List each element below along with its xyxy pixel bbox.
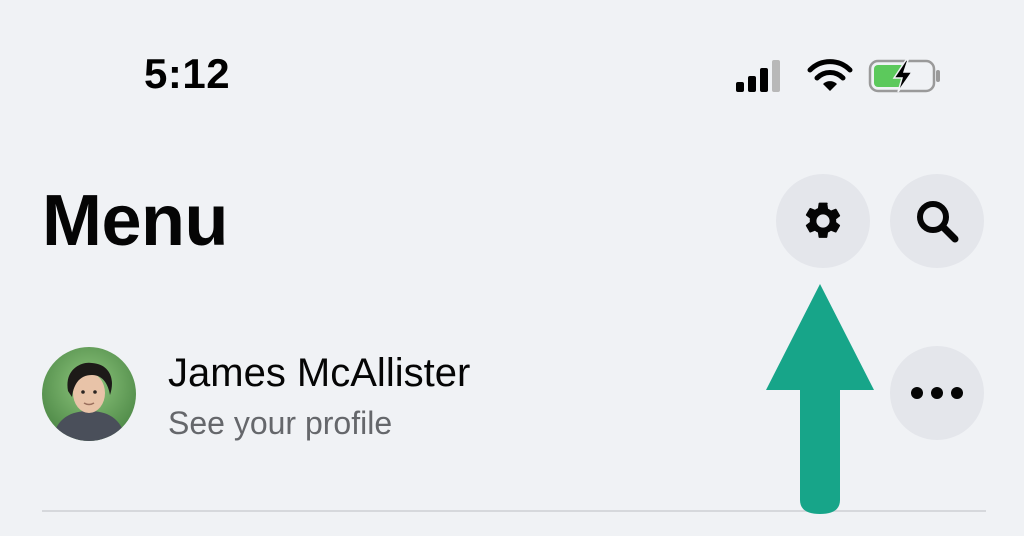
battery-charging-icon: [868, 59, 940, 93]
settings-button[interactable]: [776, 174, 870, 268]
cellular-signal-icon: [736, 60, 780, 92]
profile-name[interactable]: James McAllister: [168, 351, 470, 396]
profile-more-button[interactable]: [890, 346, 984, 440]
annotation-arrow-up: [766, 284, 874, 514]
search-button[interactable]: [890, 174, 984, 268]
avatar[interactable]: [42, 347, 136, 441]
wifi-icon: [807, 59, 853, 91]
more-horizontal-icon: [911, 387, 963, 399]
profile-subtitle[interactable]: See your profile: [168, 405, 392, 442]
search-icon: [917, 201, 959, 243]
page-title: Menu: [42, 181, 228, 261]
status-bar: 5:12: [0, 0, 1024, 150]
status-time: 5:12: [144, 50, 231, 97]
gear-icon: [805, 202, 841, 238]
profile-row[interactable]: James McAllister See your profile: [40, 345, 740, 445]
status-icons: [734, 58, 944, 98]
